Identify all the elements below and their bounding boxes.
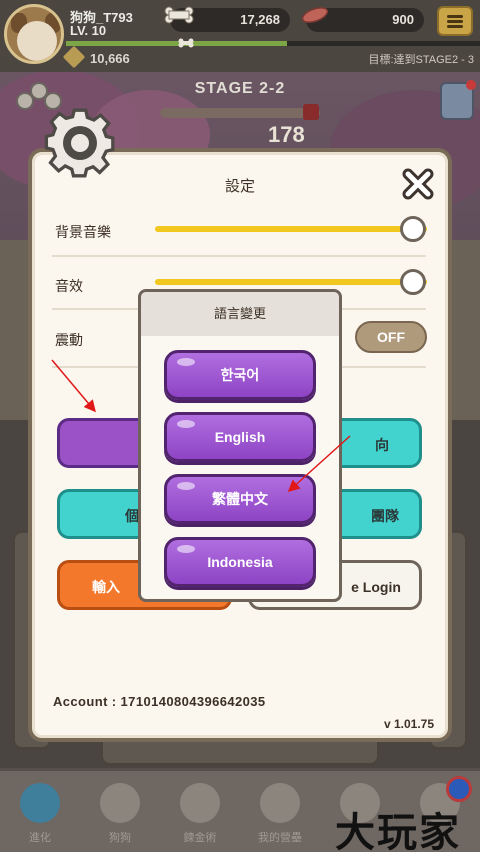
vibration-toggle[interactable]: OFF — [355, 321, 427, 353]
menu-button[interactable] — [437, 6, 473, 36]
nav-label: 我的營壘 — [258, 832, 302, 844]
slider-knob[interactable] — [400, 269, 427, 295]
quest-icon[interactable] — [440, 80, 476, 120]
avatar[interactable] — [4, 4, 64, 64]
slider-knob[interactable] — [400, 216, 427, 242]
bone-icon — [164, 6, 194, 24]
gear-icon — [44, 108, 115, 178]
language-option-korean[interactable]: 한국어 — [164, 350, 316, 400]
stage-progress — [160, 108, 320, 118]
bgm-label: 背景音樂 — [55, 224, 111, 240]
top-hud: 狗狗_T793 LV. 10 17,268 900 10,666 目標:達到ST… — [0, 0, 480, 72]
nav-label: 狗狗 — [109, 832, 131, 844]
stage-count: 178 — [268, 122, 305, 147]
divider — [52, 255, 426, 257]
boss-icon — [303, 104, 319, 120]
xp-bar — [66, 41, 480, 46]
dog-nav-icon — [100, 783, 140, 823]
sword-icon — [62, 45, 86, 69]
bgm-slider[interactable] — [155, 216, 427, 242]
notification-badge — [446, 776, 472, 802]
close-icon[interactable] — [400, 166, 436, 202]
stage-title: STAGE 2-2 — [194, 80, 286, 97]
nav-dogs[interactable]: 狗狗 — [80, 771, 160, 852]
menu-icon-bar — [447, 20, 463, 23]
nav-label: 鍊金術 — [183, 832, 217, 844]
menu-icon-bar — [447, 25, 463, 28]
slider-fill — [155, 279, 427, 285]
menu-icon-bar — [447, 15, 463, 18]
language-option-traditional-chinese[interactable]: 繁體中文 — [164, 474, 316, 524]
xp-bar-fill — [66, 41, 288, 46]
nav-label: 進化 — [29, 832, 51, 844]
language-option-indonesian[interactable]: Indonesia — [164, 537, 316, 587]
meat-icon — [301, 7, 329, 23]
goal-text: 目標:達到STAGE2 - 3 — [368, 54, 474, 66]
avatar-face — [17, 21, 57, 61]
nav-alchemy[interactable]: 鍊金術 — [160, 771, 240, 852]
bone-marker-icon — [178, 38, 194, 48]
nav-camp[interactable]: 我的營壘 — [240, 771, 320, 852]
watermark: 大玩家 — [335, 809, 461, 852]
shield-nav-icon — [260, 783, 300, 823]
import-button-label: 輸入 — [92, 579, 120, 595]
language-popup: 語言變更 한국어 English 繁體中文 Indonesia — [138, 289, 342, 602]
flask-nav-icon — [180, 783, 220, 823]
language-popup-title: 語言變更 — [141, 292, 339, 336]
language-option-english[interactable]: English — [164, 412, 316, 462]
vibration-label: 震動 — [55, 332, 83, 348]
account-id: Account : 1710140804396642035 — [53, 694, 266, 709]
version-label: v 1.01.75 — [383, 717, 434, 731]
slider-fill — [155, 226, 427, 232]
sfx-label: 音效 — [55, 278, 83, 294]
player-level: LV. 10 — [70, 23, 107, 38]
nav-evolution[interactable]: 進化 — [0, 771, 80, 852]
power-value: 10,666 — [90, 51, 130, 66]
bone-nav-icon — [20, 783, 60, 823]
